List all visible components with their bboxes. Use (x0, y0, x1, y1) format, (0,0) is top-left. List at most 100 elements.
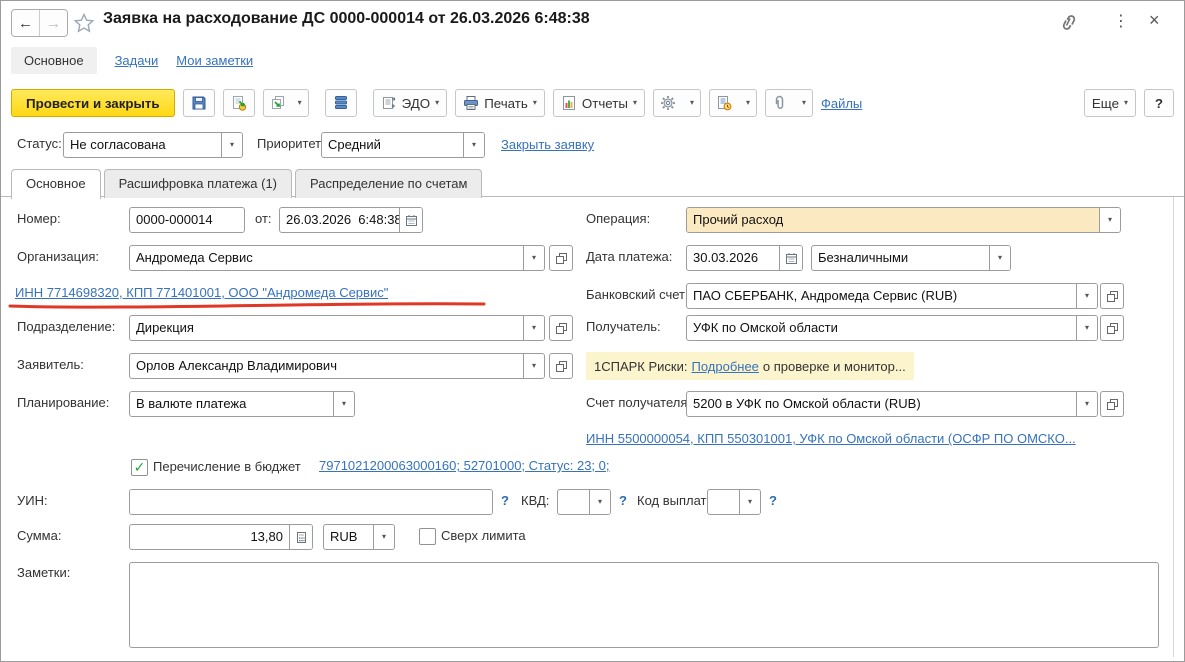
create-based-on-button[interactable]: ▾ (263, 89, 309, 117)
payment-date-calendar-button[interactable] (779, 246, 802, 270)
help-button[interactable]: ? (1144, 89, 1174, 117)
recipient-account-dropdown-button[interactable]: ▾ (1076, 392, 1097, 416)
organization-dropdown-button[interactable]: ▾ (523, 246, 544, 270)
doc-datetime-field[interactable]: 26.03.2026 6:48:38 (279, 207, 423, 233)
status-field[interactable]: Не согласована ▾ (63, 132, 243, 158)
close-request-link[interactable]: Закрыть заявку (501, 137, 594, 152)
payout-code-value (708, 490, 739, 514)
payment-kind-dropdown-button[interactable]: ▾ (989, 246, 1010, 270)
post-and-close-button[interactable]: Провести и закрыть (11, 89, 175, 117)
recipient-open-button[interactable] (1100, 315, 1124, 341)
forward-button[interactable]: → (39, 10, 67, 36)
payment-date-field[interactable]: 30.03.2026 (686, 245, 803, 271)
reports-button[interactable]: Отчеты▾ (553, 89, 645, 117)
amount-field[interactable]: 13,80 (129, 524, 313, 550)
chevron-down-icon: ▾ (802, 99, 806, 107)
chevron-down-icon: ▾ (532, 254, 536, 262)
copy-link-button[interactable] (1057, 13, 1079, 36)
organization-open-button[interactable] (549, 245, 573, 271)
uin-input[interactable] (130, 490, 492, 514)
window-menu-button[interactable]: ⋮ (1113, 13, 1129, 31)
chevron-down-icon: ▾ (382, 533, 386, 541)
save-icon (191, 95, 207, 111)
files-link[interactable]: Файлы (821, 96, 862, 111)
currency-dropdown-button[interactable]: ▾ (373, 525, 394, 549)
recipient-inn-link[interactable]: ИНН 5500000054, КПП 550301001, УФК по Ом… (586, 431, 1076, 446)
amount-calculator-button[interactable] (289, 525, 312, 549)
tab-main[interactable]: Основное (11, 169, 101, 199)
recipient-field[interactable]: УФК по Омской области ▾ (686, 315, 1098, 341)
organization-inn-link[interactable]: ИНН 7714698320, КПП 771401001, ООО "Андр… (15, 285, 388, 300)
recipient-value: УФК по Омской области (687, 316, 1076, 340)
number-field[interactable]: 0000-000014 (129, 207, 245, 233)
department-open-button[interactable] (549, 315, 573, 341)
post-document-button[interactable] (223, 89, 255, 117)
kvd-dropdown-button[interactable]: ▾ (589, 490, 610, 514)
organization-label: Организация: (17, 244, 99, 270)
bank-account-dropdown-button[interactable]: ▾ (1076, 284, 1097, 308)
organization-value: Андромеда Сервис (130, 246, 523, 270)
organization-field[interactable]: Андромеда Сервис ▾ (129, 245, 545, 271)
kvd-help-button[interactable]: ? (619, 488, 627, 514)
scheduled-payment-button[interactable]: ▾ (709, 89, 757, 117)
annotation-underline (7, 299, 487, 311)
planning-dropdown-button[interactable]: ▾ (333, 392, 354, 416)
chevron-down-icon: ▾ (1085, 324, 1089, 332)
department-field[interactable]: Дирекция ▾ (129, 315, 545, 341)
tab-payment-breakdown[interactable]: Расшифровка платежа (1) (104, 169, 292, 198)
bank-account-field[interactable]: ПАО СБЕРБАНК, Андромеда Сервис (RUB) ▾ (686, 283, 1098, 309)
uin-field[interactable] (129, 489, 493, 515)
payment-kind-field[interactable]: Безналичными ▾ (811, 245, 1011, 271)
favorite-star-button[interactable] (73, 12, 95, 37)
payout-code-help-button[interactable]: ? (769, 488, 777, 514)
amount-label: Сумма: (17, 523, 61, 549)
bank-account-value: ПАО СБЕРБАНК, Андромеда Сервис (RUB) (687, 284, 1076, 308)
budget-transfer-checkbox[interactable]: ✓ (131, 459, 148, 476)
payment-settings-button[interactable]: ▾ (653, 89, 701, 117)
page-title: Заявка на расходование ДС 0000-000014 от… (103, 10, 590, 28)
operation-dropdown-button[interactable]: ▾ (1099, 208, 1120, 232)
bank-account-open-button[interactable] (1100, 283, 1124, 309)
budget-transfer-link[interactable]: 7971021200063000160; 52701000; Статус: 2… (319, 458, 610, 473)
operation-field[interactable]: Прочий расход ▾ (686, 207, 1121, 233)
section-nav: Основное Задачи Мои заметки (11, 47, 253, 74)
number-value: 0000-000014 (130, 208, 244, 232)
applicant-dropdown-button[interactable]: ▾ (523, 354, 544, 378)
status-label: Статус: (17, 131, 62, 157)
show-register-records-button[interactable] (325, 89, 357, 117)
nav-item-main[interactable]: Основное (11, 47, 97, 74)
notes-textarea[interactable] (129, 562, 1159, 648)
spark-details-link[interactable]: Подробнее (691, 359, 758, 374)
currency-field[interactable]: RUB ▾ (323, 524, 395, 550)
edo-button[interactable]: ЭДО▾ (373, 89, 448, 117)
kvd-field[interactable]: ▾ (557, 489, 611, 515)
chevron-down-icon: ▾ (1085, 400, 1089, 408)
attachments-button[interactable]: ▾ (765, 89, 813, 117)
tab-accounts-distribution[interactable]: Распределение по счетам (295, 169, 482, 198)
recipient-account-field[interactable]: 5200 в УФК по Омской области (RUB) ▾ (686, 391, 1098, 417)
register-icon (334, 95, 348, 111)
applicant-open-button[interactable] (549, 353, 573, 379)
chevron-down-icon: ▾ (532, 362, 536, 370)
recipient-account-open-button[interactable] (1100, 391, 1124, 417)
save-button[interactable] (183, 89, 215, 117)
doc-date-calendar-button[interactable] (399, 208, 422, 232)
planning-field[interactable]: В валюте платежа ▾ (129, 391, 355, 417)
over-limit-checkbox[interactable] (419, 528, 436, 545)
recipient-dropdown-button[interactable]: ▾ (1076, 316, 1097, 340)
uin-help-button[interactable]: ? (501, 488, 509, 514)
payout-code-dropdown-button[interactable]: ▾ (739, 490, 760, 514)
applicant-field[interactable]: Орлов Александр Владимирович ▾ (129, 353, 545, 379)
payout-code-field[interactable]: ▾ (707, 489, 761, 515)
status-dropdown-button[interactable]: ▾ (221, 133, 242, 157)
nav-item-tasks[interactable]: Задачи (115, 53, 159, 68)
back-button[interactable]: ← (12, 10, 39, 36)
priority-dropdown-button[interactable]: ▾ (463, 133, 484, 157)
close-window-button[interactable]: × (1149, 11, 1160, 29)
department-dropdown-button[interactable]: ▾ (523, 316, 544, 340)
chevron-down-icon: ▾ (472, 141, 476, 149)
nav-item-my-notes[interactable]: Мои заметки (176, 53, 253, 68)
print-button[interactable]: Печать▾ (455, 89, 545, 117)
more-button[interactable]: Еще▾ (1084, 89, 1136, 117)
priority-field[interactable]: Средний ▾ (321, 132, 485, 158)
